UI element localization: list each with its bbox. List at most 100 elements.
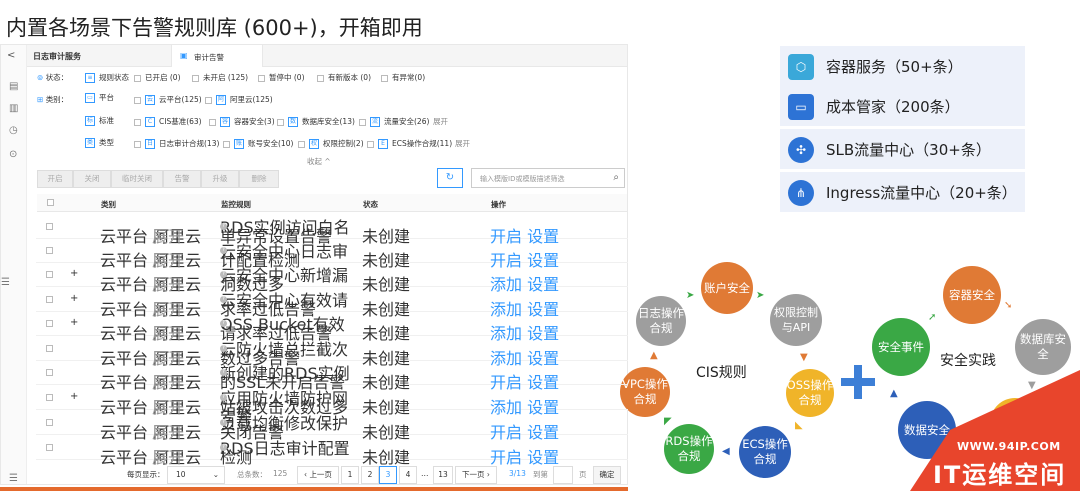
standard-opt-traffic[interactable]: 流流量安全(26): [359, 116, 429, 127]
table-row[interactable]: + 云平台 阿里云 展开 OSS Bucket有效请求率过低告警 ? 未创建 添加 设置: [36, 312, 628, 343]
container-icon: ⬡: [788, 54, 814, 80]
goto-input[interactable]: [553, 466, 573, 484]
search-input[interactable]: 输入模版ID或模版描述筛选 ⌕: [471, 168, 625, 188]
upgrade-button[interactable]: 升级: [201, 170, 239, 188]
type-opt-permission[interactable]: 权权限控制(2): [298, 138, 364, 149]
type-expand-link[interactable]: 展开: [455, 138, 470, 149]
collapse-link[interactable]: 收起 ^: [307, 156, 331, 167]
prev-page-button[interactable]: ‹ 上一页: [297, 466, 339, 484]
page-3-current[interactable]: 3: [379, 466, 397, 484]
page-1[interactable]: 1: [341, 466, 359, 484]
row-actions[interactable]: 开启 设置: [490, 444, 559, 468]
doc-icon[interactable]: ▤: [9, 81, 18, 92]
help-icon[interactable]: ?: [220, 444, 227, 451]
status-opt-enabled[interactable]: 已开启 (0): [134, 72, 181, 83]
next-page-button[interactable]: 下一页 ›: [455, 466, 497, 484]
arrow-icon: ◣: [795, 420, 803, 431]
standard-expand-link[interactable]: 展开: [433, 116, 448, 127]
row-checkbox[interactable]: [46, 223, 53, 230]
table-row[interactable]: 云平台 阿里云 展开 RDS日志审计配置检测 ? 未创建 开启 设置: [36, 436, 628, 467]
help-icon[interactable]: ?: [220, 369, 227, 376]
disable-button[interactable]: 关闭: [73, 170, 111, 188]
type-opt-log[interactable]: 日日志审计合规(13): [134, 138, 219, 149]
enable-button[interactable]: 开启: [37, 170, 73, 188]
expand-row-icon[interactable]: +: [70, 317, 78, 328]
drag-handle-icon[interactable]: ☰: [1, 277, 10, 288]
help-icon[interactable]: ?: [220, 271, 227, 278]
standard-group: 标标准: [85, 116, 114, 126]
table-row[interactable]: 云平台 阿里云 展开 负载均衡修改保护关闭告警 ? 未创建 开启 设置: [36, 411, 628, 442]
help-icon[interactable]: ?: [220, 296, 227, 303]
standard-opt-db[interactable]: 数数据库安全(13): [277, 116, 355, 127]
table-row[interactable]: + 云平台 阿里云 展开 应用防火墙防护网站被攻击次数过多告警 ? 未创建 添加 设置: [36, 386, 628, 425]
page-2[interactable]: 2: [361, 466, 379, 484]
platform-group: ▭ 平台: [85, 92, 114, 103]
page-4[interactable]: 4: [399, 466, 417, 484]
alert-button[interactable]: 告警: [163, 170, 201, 188]
help-icon[interactable]: ?: [220, 223, 227, 230]
help-icon[interactable]: ?: [220, 247, 227, 254]
cis-node-log: 日志操作合规: [636, 296, 686, 346]
slb-icon: ✣: [788, 137, 814, 163]
page-indicator: 3/13: [509, 469, 526, 478]
status-opt-disabled[interactable]: 未开启 (125): [192, 72, 248, 83]
table-row[interactable]: 云平台 阿里云 展开 云防火墙总拦截次数过多告警 ? 未创建 添加 设置: [36, 337, 628, 368]
temp-disable-button[interactable]: 临时关闭: [111, 170, 163, 188]
header-bar: < 日志审计服务 ▣ 审计告警: [7, 45, 627, 67]
table-row[interactable]: 云平台 阿里云 展开 RDS实例访问白名单异常设置告警 ? 未创建 开启 设置: [36, 215, 628, 246]
menu-icon[interactable]: ☰: [9, 473, 18, 484]
expand-row-icon[interactable]: +: [70, 391, 78, 402]
row-category: 云平台 阿里云: [100, 448, 202, 467]
table-row[interactable]: + 云平台 阿里云 展开 云安全中心有效请求率过低告警 ? 未创建 添加 设置: [36, 288, 628, 319]
table-row[interactable]: 云平台 阿里云 展开 云安全中心日志审计配置检测 ? 未创建 开启 设置: [36, 239, 628, 270]
row-checkbox[interactable]: [46, 247, 53, 254]
row-checkbox[interactable]: [46, 444, 53, 451]
delete-button[interactable]: 删除: [239, 170, 279, 188]
status-opt-new-version[interactable]: 有新版本 (0): [317, 72, 371, 83]
help-icon[interactable]: ?: [220, 419, 227, 426]
type-opt-ecs[interactable]: E ECS操作合规(11): [367, 138, 452, 149]
table-row[interactable]: 云平台 阿里云 展开 新创建的RDS实例的SSL未开启告警 ? 未创建 开启 设置: [36, 361, 628, 392]
refresh-button[interactable]: ↻: [437, 168, 463, 188]
row-checkbox[interactable]: [46, 271, 53, 278]
file-icon[interactable]: ▥: [9, 103, 18, 114]
row-status: 未创建: [362, 448, 411, 467]
type-opt-account[interactable]: 账账号安全(10): [223, 138, 293, 149]
status-opt-error[interactable]: 有异常(0): [381, 72, 425, 83]
help-icon[interactable]: ?: [220, 320, 227, 327]
row-expand-link[interactable]: 展开: [152, 444, 184, 468]
row-checkbox[interactable]: [46, 419, 53, 426]
row-checkbox[interactable]: [46, 296, 53, 303]
back-icon[interactable]: <: [7, 50, 15, 61]
category-filter: ⊞ 类别：: [37, 95, 69, 104]
search-icon: ⌕: [613, 172, 619, 183]
clock-icon[interactable]: ◷: [9, 125, 18, 136]
row-checkbox[interactable]: [46, 394, 53, 401]
platform-opt-cloud[interactable]: 云云平台(125): [134, 94, 202, 105]
expand-row-icon[interactable]: +: [70, 268, 78, 279]
total-count: 125: [273, 469, 288, 478]
status-opt-paused[interactable]: 暂停中 (0): [258, 72, 305, 83]
standard-opt-cis[interactable]: C CIS基准(63): [134, 116, 202, 127]
per-page-select[interactable]: 10 ⌄: [167, 466, 225, 484]
help-icon[interactable]: ?: [220, 345, 227, 352]
help-icon[interactable]: ?: [220, 394, 227, 401]
select-all-checkbox[interactable]: [47, 199, 54, 206]
expand-row-icon[interactable]: +: [70, 293, 78, 304]
service-box-ingress: ⋔ Ingress流量中心（20+条）: [780, 172, 1025, 212]
table-row[interactable]: + 云平台 阿里云 展开 云安全中心新增漏洞数过多 ? 未创建 添加 设置: [36, 263, 628, 294]
orange-divider: [0, 487, 628, 491]
standard-opt-container[interactable]: 容容器安全(3): [209, 116, 275, 127]
row-checkbox[interactable]: [46, 320, 53, 327]
alert-icon[interactable]: ⊙: [9, 149, 17, 160]
page-13[interactable]: 13: [433, 466, 453, 484]
service-box-cost: ▭ 成本管家（200条）: [780, 86, 1025, 126]
watermark-brand: IT运维空间: [933, 461, 1067, 489]
row-checkbox[interactable]: [46, 369, 53, 376]
chevron-down-icon: ⌄: [212, 470, 219, 479]
row-checkbox[interactable]: [46, 345, 53, 352]
platform-opt-aliyun[interactable]: 阿阿里云(125): [205, 94, 273, 105]
confirm-button[interactable]: 确定: [593, 466, 621, 484]
service-box-container-service: ⬡ 容器服务（50+条）: [780, 46, 1025, 86]
tab-audit-alert[interactable]: ▣ 审计告警: [171, 45, 263, 67]
